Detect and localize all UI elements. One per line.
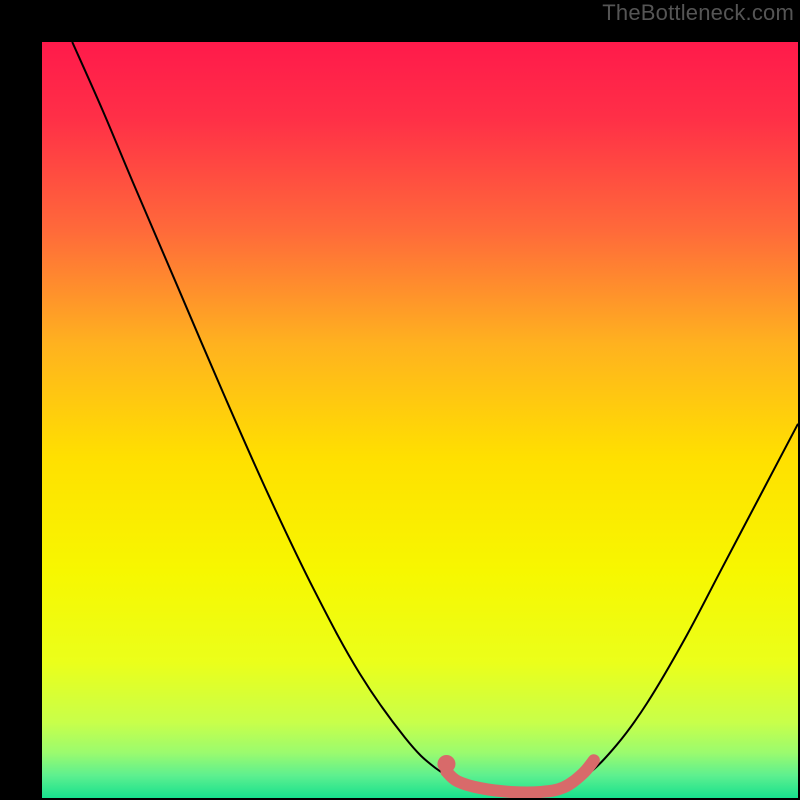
bottleneck-chart bbox=[42, 42, 798, 798]
chart-frame bbox=[20, 20, 780, 780]
heat-gradient-background bbox=[42, 42, 798, 798]
optimal-point bbox=[437, 755, 455, 773]
watermark-text: TheBottleneck.com bbox=[602, 0, 794, 26]
